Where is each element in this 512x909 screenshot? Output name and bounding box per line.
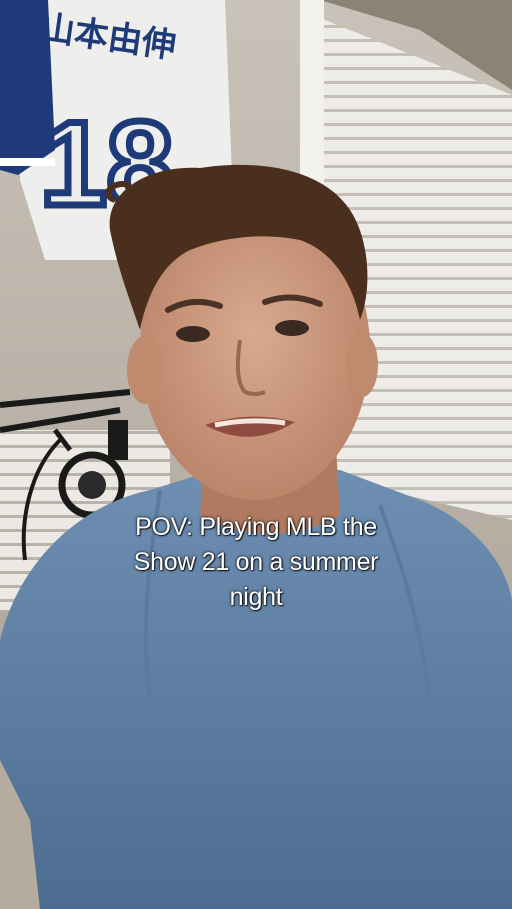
background-scene: 山本由伸 18 <box>0 0 512 909</box>
caption-overlay-text: POV: Playing MLB the Show 21 on a summer… <box>133 513 379 611</box>
video-frame: 山本由伸 18 POV: Playing MLB the Show 21 on … <box>0 0 512 909</box>
